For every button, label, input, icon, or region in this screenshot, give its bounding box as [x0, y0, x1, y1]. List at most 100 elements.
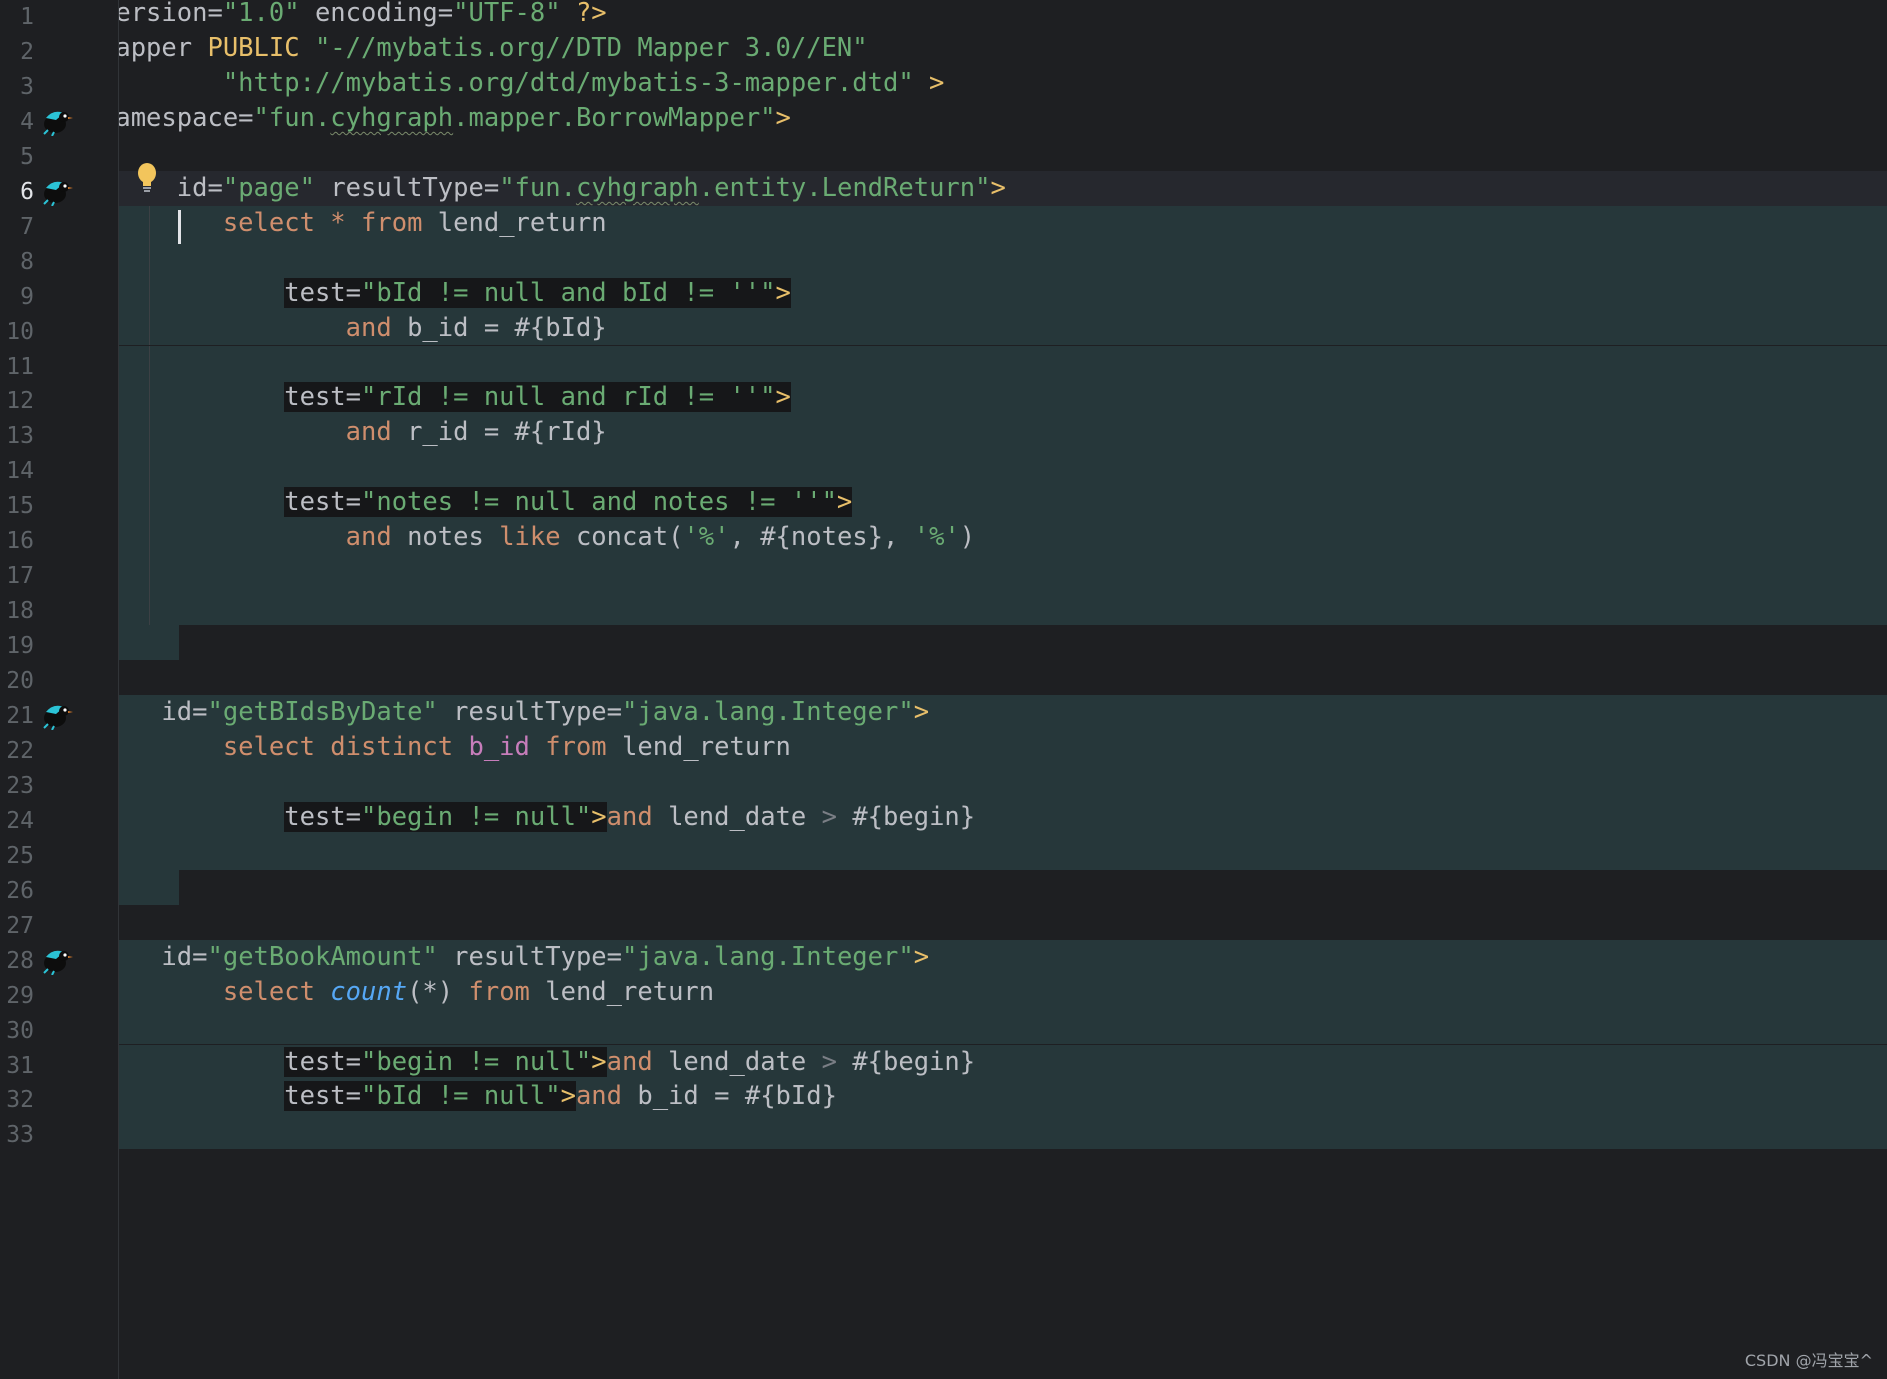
code-token: .entity.LendReturn" [698, 172, 991, 203]
code-line[interactable] [119, 834, 1887, 870]
code-token: from [361, 207, 438, 238]
code-line[interactable]: id="getBIdsByDate" resultType="java.lang… [119, 695, 1887, 730]
mybatis-bird-icon[interactable] [40, 945, 74, 976]
code-text: mapper PUBLIC "-//mybatis.org//DTD Mappe… [100, 31, 868, 66]
code-line[interactable] [119, 764, 1887, 800]
code-text: id="getBIdsByDate" resultType="java.lang… [100, 695, 929, 730]
code-line[interactable]: version="1.0" encoding="UTF-8" ?> [100, 0, 1887, 31]
code-token: "fun. [499, 172, 576, 203]
code-token: > [591, 801, 607, 832]
code-token: and [345, 522, 408, 553]
code-text: and b_id = #{bId} [100, 311, 607, 346]
block-highlight [119, 555, 1887, 591]
code-token: * [330, 207, 362, 238]
code-line[interactable]: "http://mybatis.org/dtd/mybatis-3-mapper… [119, 66, 1887, 101]
code-line[interactable]: test="bId != null">and b_id = #{bId} [119, 1079, 1887, 1115]
code-token: "notes != null and notes != ''" [361, 487, 837, 518]
code-line[interactable] [119, 240, 1887, 276]
code-text: id="page" resultType="fun.cyhgraph.entit… [100, 171, 1006, 206]
code-line[interactable] [119, 450, 1887, 486]
mybatis-bird-icon[interactable] [40, 106, 74, 137]
code-line[interactable]: test="begin != null">and lend_date > #{b… [119, 799, 1887, 835]
code-token: and [575, 1081, 638, 1112]
code-token: > [913, 697, 930, 727]
code-token: "java.lang.Integer" [622, 697, 914, 727]
code-line[interactable]: id="getBookAmount" resultType="java.lang… [119, 939, 1887, 975]
code-line[interactable]: test="notes != null and notes != ''"> [119, 485, 1887, 521]
code-line[interactable]: test="bId != null and bId != ''"> [119, 275, 1887, 311]
code-token: > [990, 172, 1006, 203]
lightbulb-icon[interactable] [134, 162, 160, 196]
code-token: b_id = #{bId} [407, 312, 607, 343]
block-highlight [119, 345, 1887, 381]
code-token: test= [284, 801, 361, 832]
block-highlight [119, 1009, 1887, 1045]
code-line[interactable] [119, 555, 1887, 591]
code-token: "rId != null and rId != ''" [361, 382, 776, 413]
code-token: concat( [575, 522, 684, 553]
code-text: test="rId != null and rId != ''"> [100, 380, 791, 415]
code-line[interactable]: test="rId != null and rId != ''"> [119, 380, 1887, 416]
block-highlight [119, 1114, 1887, 1150]
code-text: test="bId != null and bId != ''"> [100, 276, 791, 311]
code-line[interactable] [119, 625, 1887, 661]
code-token: "begin != null" [361, 1046, 592, 1077]
code-line[interactable] [119, 345, 1887, 381]
code-token: lend_date [668, 801, 822, 832]
code-text: namespace="fun.cyhgraph.mapper.BorrowMap… [100, 101, 791, 136]
code-token: and [345, 312, 408, 343]
code-token: select [222, 976, 331, 1007]
code-token: "fun. [253, 102, 331, 133]
code-text: test="notes != null and notes != ''"> [100, 485, 853, 520]
code-editor[interactable]: 1 2 3 4 5 6 7 8 9 10 11 12 13 14 15 16 17 18 19 20 21 22 23 24 2… [0, 0, 1887, 1379]
code-line[interactable]: select distinct b_id from lend_return [119, 729, 1887, 765]
code-line[interactable] [119, 869, 1887, 905]
code-line[interactable] [119, 905, 1887, 940]
code-token: from [468, 976, 546, 1007]
code-text: test="begin != null">and lend_date > #{b… [100, 1045, 975, 1080]
code-line[interactable]: test="begin != null">and lend_date > #{b… [119, 1044, 1887, 1080]
mybatis-bird-icon[interactable] [40, 700, 74, 731]
line-number[interactable]: 33 [0, 1114, 34, 1156]
code-token: > [560, 1081, 576, 1112]
code-line[interactable]: id="page" resultType="fun.cyhgraph.entit… [0, 170, 1887, 206]
code-line[interactable] [119, 1114, 1887, 1150]
code-token: > [821, 801, 837, 832]
code-token: "begin != null" [361, 801, 592, 832]
line-number-gutter[interactable]: 1 2 3 4 5 6 7 8 9 10 11 12 13 14 15 16 17 18 19 20 21 22 23 24 2… [0, 0, 119, 1379]
code-line[interactable]: select count(*) from lend_return [119, 974, 1887, 1010]
code-token: notes [407, 522, 500, 553]
code-line[interactable] [119, 590, 1887, 626]
code-token: "bId != null" [361, 1081, 561, 1112]
code-token: and [606, 1046, 669, 1077]
code-line[interactable]: and r_id = #{rId} [119, 415, 1887, 451]
code-token: > [913, 941, 930, 972]
code-token: "bId != null and bId != ''" [361, 277, 776, 308]
code-text: version="1.0" encoding="UTF-8" ?> [100, 0, 607, 31]
code-line[interactable]: select * from lend_return [119, 205, 1887, 241]
code-token: lend_date [668, 1046, 822, 1077]
code-line[interactable]: namespace="fun.cyhgraph.mapper.BorrowMap… [100, 101, 1887, 136]
code-token: from [545, 731, 622, 762]
code-token: select distinct [222, 731, 469, 762]
code-text: id="getBookAmount" resultType="java.lang… [100, 940, 929, 975]
code-token: .mapper.BorrowMapper" [453, 102, 776, 133]
code-line[interactable]: mapper PUBLIC "-//mybatis.org//DTD Mappe… [100, 31, 1887, 66]
code-line[interactable]: and b_id = #{bId} [119, 310, 1887, 346]
code-token: lend_return [622, 731, 791, 762]
code-token: id= [161, 172, 223, 203]
code-line[interactable] [119, 660, 1887, 695]
code-token: test= [284, 487, 361, 518]
mybatis-bird-icon[interactable] [40, 176, 74, 207]
code-token: "UTF-8" [453, 0, 561, 28]
code-line[interactable] [119, 136, 1887, 171]
code-area[interactable]: version="1.0" encoding="UTF-8" ?> mapper … [0, 0, 1887, 1379]
code-token: "1.0" [222, 0, 300, 28]
code-token: and [345, 417, 408, 448]
code-line[interactable] [119, 1009, 1887, 1045]
code-line[interactable]: and notes like concat('%', #{notes}, '%'… [119, 520, 1887, 556]
